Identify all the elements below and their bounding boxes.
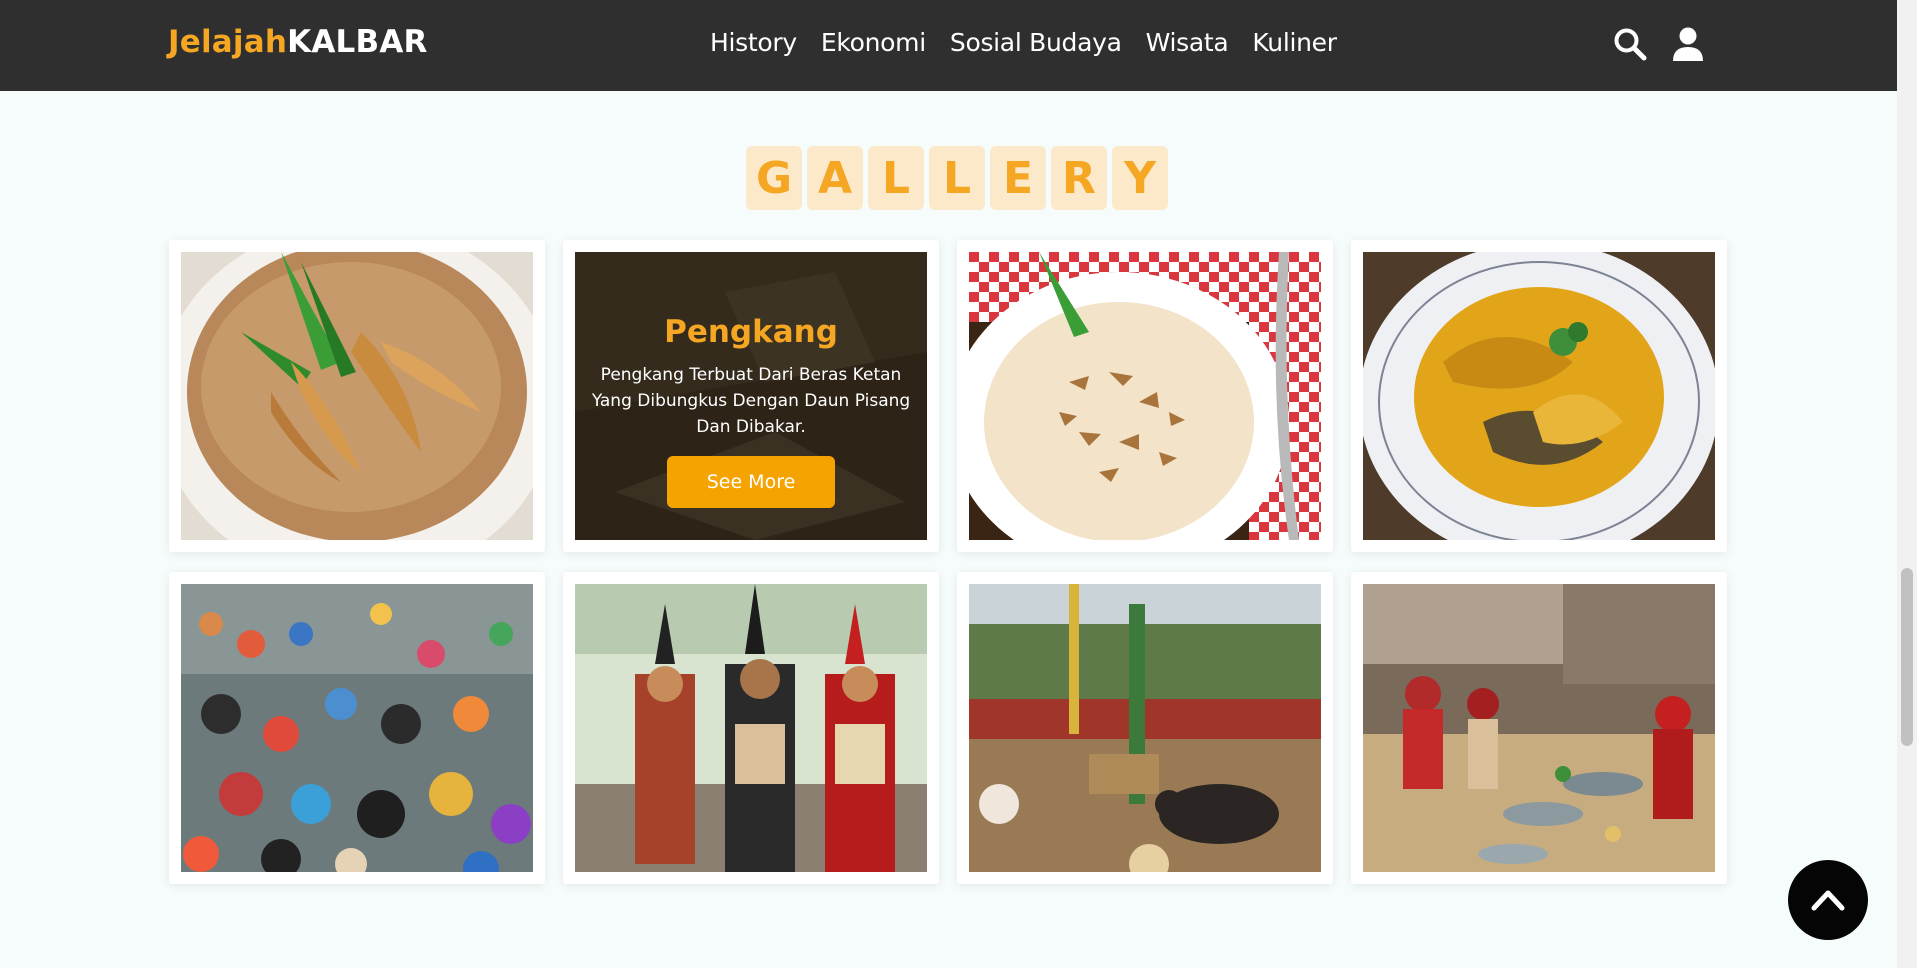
gallery-card-food-4[interactable]: [1351, 240, 1727, 552]
gallery-title-letter: E: [990, 146, 1046, 210]
pengkang-overlay: Pengkang Pengkang Terbuat Dari Beras Ket…: [575, 252, 927, 540]
nav-ekonomi[interactable]: Ekonomi: [821, 28, 926, 57]
nav-wisata[interactable]: Wisata: [1146, 28, 1229, 57]
user-icon[interactable]: [1670, 26, 1706, 62]
gallery-title-letter: R: [1051, 146, 1107, 210]
village-ceremony-buffalo-photo: [969, 584, 1321, 872]
scrollbar-thumb[interactable]: [1901, 568, 1913, 746]
gallery-title-letter: Y: [1112, 146, 1168, 210]
back-to-top-button[interactable]: [1788, 860, 1868, 940]
gallery-card-culture-3[interactable]: [957, 572, 1333, 884]
river-festival-crowd-photo: [181, 584, 533, 872]
gallery-title-letter: L: [868, 146, 924, 210]
overlay-title: Pengkang: [664, 314, 838, 350]
yellow-fish-curry-photo: [1363, 252, 1715, 540]
nav-sosial-budaya[interactable]: Sosial Budaya: [950, 28, 1122, 57]
nav-kuliner[interactable]: Kuliner: [1252, 28, 1337, 57]
coconut-dessert-bowl-photo: [969, 252, 1321, 540]
top-navbar: JelajahKALBAR History Ekonomi Sosial Bud…: [0, 0, 1897, 91]
logo-part-1: Jelajah: [168, 24, 288, 60]
gallery-card-pengkang[interactable]: Pengkang Pengkang Terbuat Dari Beras Ket…: [563, 240, 939, 552]
gallery-card-culture-4[interactable]: [1351, 572, 1727, 884]
search-icon[interactable]: [1612, 26, 1648, 62]
pengkang-photo: Pengkang Pengkang Terbuat Dari Beras Ket…: [575, 252, 927, 540]
page-scrollbar[interactable]: [1897, 0, 1917, 968]
gallery-title-letter: L: [929, 146, 985, 210]
main-nav: History Ekonomi Sosial Budaya Wisata Kul…: [710, 28, 1337, 57]
gallery-grid: Pengkang Pengkang Terbuat Dari Beras Ket…: [169, 240, 1727, 884]
see-more-button[interactable]: See More: [667, 456, 835, 508]
gallery-card-food-3[interactable]: [957, 240, 1333, 552]
gallery-card-culture-1[interactable]: [169, 572, 545, 884]
overlay-description: Pengkang Terbuat Dari Beras Ketan Yang D…: [591, 365, 911, 437]
gallery-card-culture-2[interactable]: [563, 572, 939, 884]
site-logo[interactable]: JelajahKALBAR: [168, 24, 428, 60]
logo-part-2: KALBAR: [287, 24, 428, 60]
gallery-title: G A L L E R Y: [746, 146, 1168, 210]
nav-history[interactable]: History: [710, 28, 797, 57]
chevron-up-icon: [1811, 890, 1845, 911]
gallery-card-food-1[interactable]: [169, 240, 545, 552]
bubur-pedas-bowl-photo: [181, 252, 533, 540]
gallery-title-letter: A: [807, 146, 863, 210]
dayak-warriors-parade-photo: [575, 584, 927, 872]
traditional-ritual-offerings-photo: [1363, 584, 1715, 872]
gallery-title-letter: G: [746, 146, 802, 210]
